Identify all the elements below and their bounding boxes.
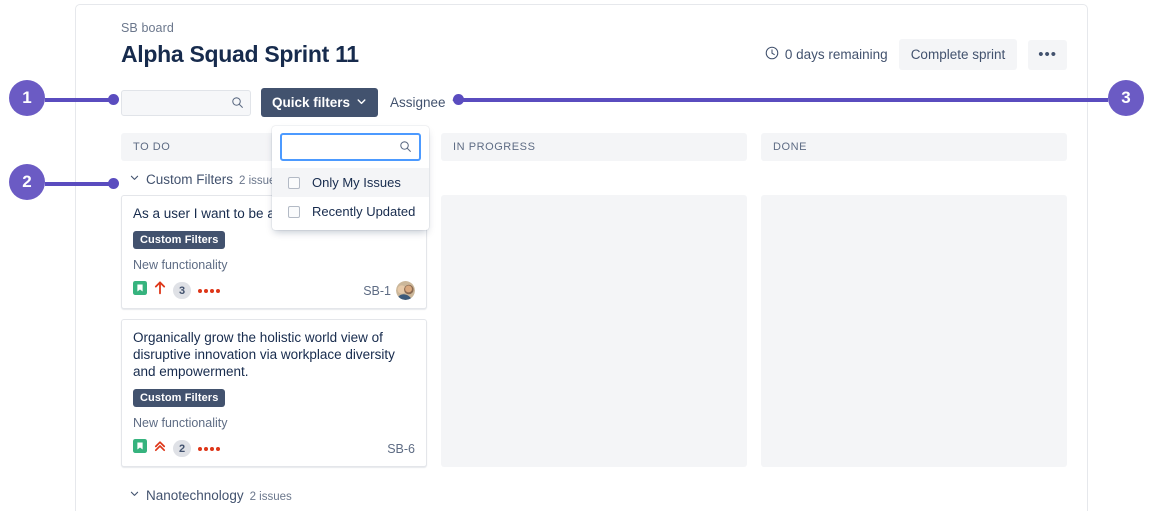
board-search-box[interactable] xyxy=(121,90,251,116)
annotation-marker-1: 1 xyxy=(9,80,45,116)
screenshot-root: 1 2 3 SB board Alpha Squad Sprint 11 xyxy=(0,0,1153,511)
four-dots-icon[interactable] xyxy=(198,447,220,451)
issue-key[interactable]: SB-6 xyxy=(387,442,415,456)
search-icon xyxy=(231,96,244,114)
filter-bar: Quick filters Assignee xyxy=(121,88,1067,117)
quick-filters-label: Quick filters xyxy=(272,95,350,110)
days-remaining-label: 0 days remaining xyxy=(785,47,888,62)
ellipsis-icon: ••• xyxy=(1038,46,1057,63)
estimate-badge: 2 xyxy=(173,440,191,457)
dropzone-done[interactable] xyxy=(761,195,1067,467)
board-area: TO DO IN PROGRESS DONE xyxy=(121,133,1067,511)
issue-key[interactable]: SB-1 xyxy=(363,284,391,298)
column-header-done: DONE xyxy=(761,133,1067,161)
header-actions: 0 days remaining Complete sprint ••• xyxy=(765,39,1067,70)
quick-filter-option-recently-updated[interactable]: Recently Updated xyxy=(272,197,429,226)
swimlane-column-done xyxy=(761,195,1067,467)
swimlane-issue-count: 2 issues xyxy=(250,491,292,503)
issue-card-identity: SB-1 xyxy=(363,281,415,300)
annotation-dot-2 xyxy=(108,178,119,189)
page-title: Alpha Squad Sprint 11 xyxy=(121,41,359,68)
complete-sprint-button[interactable]: Complete sprint xyxy=(899,39,1018,70)
story-icon[interactable] xyxy=(133,439,147,458)
annotation-dot-1 xyxy=(108,94,119,105)
column-header-inprogress-label: IN PROGRESS xyxy=(453,141,535,153)
assignee-filter-label: Assignee xyxy=(390,95,446,110)
swimlane-header-nanotechnology[interactable]: Nanotechnology 2 issues xyxy=(121,477,1067,511)
issue-card-label: New functionality xyxy=(133,258,415,272)
breadcrumb[interactable]: SB board xyxy=(121,21,1067,35)
swimlane-column-todo: As a user I want to be able to Custom Fi… xyxy=(121,195,427,477)
days-remaining: 0 days remaining xyxy=(765,46,888,63)
issue-card[interactable]: Organically grow the holistic world view… xyxy=(121,319,427,467)
issue-card-footer: 3 SB-1 xyxy=(133,281,415,300)
column-headers: TO DO IN PROGRESS DONE xyxy=(121,133,1067,161)
annotation-line-3 xyxy=(460,98,1108,102)
annotation-marker-1-number: 1 xyxy=(22,88,31,108)
column-header-todo-label: TO DO xyxy=(133,141,170,153)
swimlane-body-custom-filters: As a user I want to be able to Custom Fi… xyxy=(121,195,1067,477)
quick-filter-option-label: Recently Updated xyxy=(312,204,415,219)
annotation-marker-2-number: 2 xyxy=(22,172,31,192)
annotation-line-1 xyxy=(45,98,115,102)
column-header-inprogress: IN PROGRESS xyxy=(441,133,747,161)
quick-filters-dropdown-search-box[interactable] xyxy=(280,133,421,161)
issue-card-meta: 3 xyxy=(133,281,220,300)
quick-filters-button[interactable]: Quick filters xyxy=(261,88,378,117)
epic-tag[interactable]: Custom Filters xyxy=(133,389,225,407)
priority-highest-icon[interactable] xyxy=(154,439,166,458)
chevron-down-icon[interactable] xyxy=(129,486,140,504)
swimlane-name: Nanotechnology xyxy=(146,488,244,503)
quick-filter-option-only-my-issues[interactable]: Only My Issues xyxy=(272,168,429,197)
chevron-down-icon[interactable] xyxy=(129,170,140,188)
swimlane-header-custom-filters[interactable]: Custom Filters 2 issues xyxy=(121,161,1067,195)
clock-icon xyxy=(765,46,779,63)
issue-card-label: New functionality xyxy=(133,416,415,430)
issue-card-meta: 2 xyxy=(133,439,220,458)
annotation-marker-3-number: 3 xyxy=(1121,88,1130,108)
annotation-dot-3 xyxy=(453,94,464,105)
quick-filter-option-label: Only My Issues xyxy=(312,175,401,190)
column-header-done-label: DONE xyxy=(773,141,807,153)
annotation-marker-2: 2 xyxy=(9,164,45,200)
title-row: Alpha Squad Sprint 11 0 days remaining C… xyxy=(121,39,1067,70)
checkbox-icon[interactable] xyxy=(288,206,300,218)
estimate-badge: 3 xyxy=(173,282,191,299)
annotation-line-2 xyxy=(45,182,115,186)
avatar[interactable] xyxy=(396,281,415,300)
priority-high-icon[interactable] xyxy=(154,281,166,300)
issue-card-summary: Organically grow the holistic world view… xyxy=(133,329,415,380)
four-dots-icon[interactable] xyxy=(198,289,220,293)
board-more-options-button[interactable]: ••• xyxy=(1028,40,1067,70)
dropzone-inprogress[interactable] xyxy=(441,195,747,467)
issue-card-footer: 2 SB-6 xyxy=(133,439,415,458)
swimlane-column-inprogress xyxy=(441,195,747,467)
swimlane-name: Custom Filters xyxy=(146,172,233,187)
story-icon[interactable] xyxy=(133,281,147,300)
board-panel: SB board Alpha Squad Sprint 11 0 days re… xyxy=(75,4,1088,511)
quick-filters-dropdown: Only My Issues Recently Updated xyxy=(272,126,429,230)
assignee-filter-button[interactable]: Assignee xyxy=(388,91,464,114)
chevron-down-icon xyxy=(356,95,367,110)
issue-card-identity: SB-6 xyxy=(387,442,415,456)
epic-tag[interactable]: Custom Filters xyxy=(133,231,225,249)
annotation-marker-3: 3 xyxy=(1108,80,1144,116)
checkbox-icon[interactable] xyxy=(288,177,300,189)
search-icon xyxy=(399,140,412,158)
